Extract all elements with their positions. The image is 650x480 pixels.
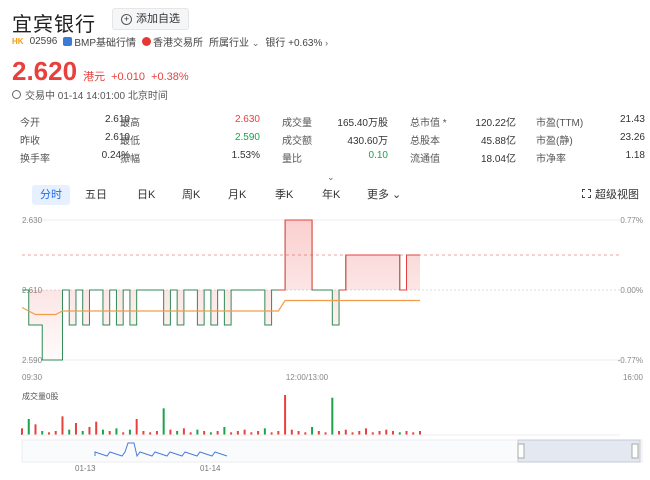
- volume-bar: [236, 431, 239, 435]
- volume-bar: [331, 397, 334, 435]
- volume-title: 成交量0股: [22, 392, 59, 401]
- volume-bar: [54, 431, 57, 435]
- volume-bar: [68, 429, 71, 435]
- volume-bar: [216, 431, 219, 435]
- volume-bar: [169, 429, 172, 435]
- volume-bar: [196, 429, 199, 435]
- volume-bar: [88, 427, 91, 435]
- volume-bar: [263, 428, 266, 435]
- y-axis-pct-label: 0.00%: [620, 286, 643, 295]
- volume-bar: [74, 423, 77, 435]
- volume-bar: [223, 427, 226, 435]
- volume-bar: [257, 431, 260, 435]
- volume-bar: [365, 428, 368, 435]
- volume-bar: [317, 431, 320, 435]
- y-axis-label: 2.590: [22, 356, 43, 365]
- volume-bar: [21, 428, 23, 435]
- volume-bar: [419, 431, 421, 435]
- volume-bar: [297, 431, 300, 435]
- volume-bar: [34, 424, 37, 435]
- volume-bar: [203, 431, 206, 435]
- volume-bar: [344, 429, 347, 435]
- volume-bar: [27, 419, 30, 435]
- nav-date-2: 01-14: [200, 464, 221, 473]
- y-axis-pct-label: -0.77%: [618, 356, 643, 365]
- volume-bar: [182, 428, 185, 435]
- volume-bar: [358, 431, 361, 435]
- volume-bar: [155, 431, 158, 435]
- volume-bar: [61, 416, 64, 435]
- intraday-chart: 2.6300.77%2.6100.00%2.590-0.77%09:3012:0…: [21, 216, 644, 463]
- volume-bar: [385, 429, 388, 435]
- volume-bar: [128, 429, 131, 435]
- volume-bar: [135, 419, 138, 435]
- nav-date-1: 01-13: [75, 464, 96, 473]
- price-up-segment: [399, 255, 408, 291]
- volume-bar: [41, 431, 44, 435]
- volume-bar: [405, 431, 408, 435]
- volume-bar: [284, 395, 287, 435]
- volume-bar: [290, 429, 293, 435]
- x-axis-label: 16:00: [623, 373, 644, 382]
- volume-bar: [338, 431, 341, 435]
- price-up-segment: [339, 255, 347, 291]
- volume-bar: [115, 428, 118, 435]
- x-axis-label: 09:30: [22, 373, 43, 382]
- volume-bar: [176, 431, 179, 435]
- volume-bar: [378, 431, 381, 435]
- navigator-window: [517, 439, 641, 463]
- volume-bar: [392, 431, 395, 435]
- volume-bar: [277, 431, 280, 435]
- volume-bar: [108, 431, 111, 435]
- volume-bar: [81, 431, 84, 435]
- x-axis-label: 12:00/13:00: [286, 373, 329, 382]
- navigator-handle-left: [517, 443, 525, 459]
- volume-bar: [162, 408, 165, 435]
- y-axis-label: 2.630: [22, 216, 43, 225]
- volume-bar: [311, 427, 314, 435]
- y-axis-pct-label: 0.77%: [620, 216, 643, 225]
- volume-bar: [95, 421, 98, 435]
- avg-price-line: [21, 299, 420, 316]
- volume-bar: [142, 431, 145, 435]
- volume-bar: [243, 429, 246, 435]
- navigator-handle-right: [631, 443, 639, 459]
- volume-bar: [101, 429, 104, 435]
